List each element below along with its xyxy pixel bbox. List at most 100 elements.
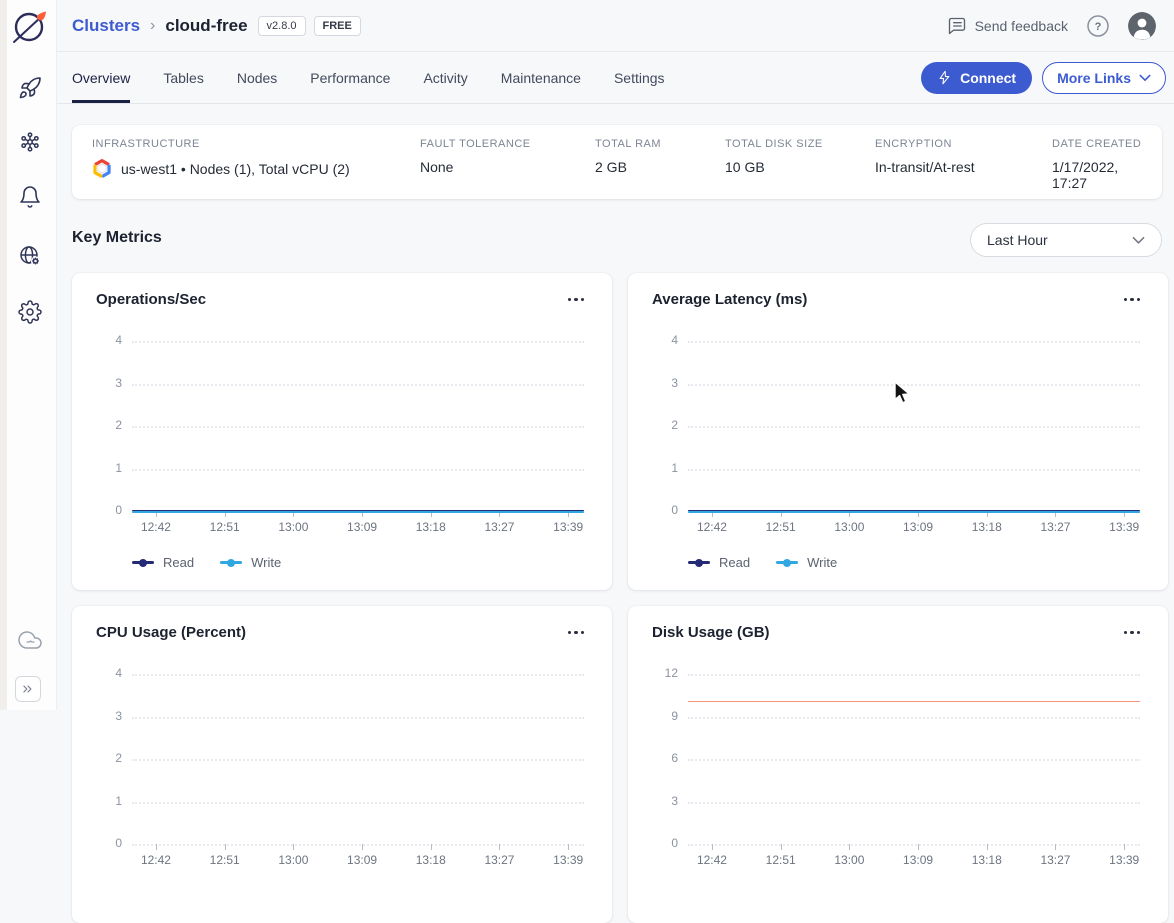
- time-range-select[interactable]: Last Hour: [970, 223, 1162, 257]
- gridline: [688, 469, 1140, 471]
- x-tick-label: 12:51: [753, 520, 809, 534]
- time-range-value: Last Hour: [987, 232, 1048, 248]
- y-tick-label: 2: [72, 751, 122, 765]
- avatar-icon: [1128, 12, 1156, 40]
- x-tick-label: 12:42: [684, 520, 740, 534]
- x-tick-mark: [499, 844, 500, 850]
- breadcrumb-clusters-link[interactable]: Clusters: [72, 16, 140, 36]
- gridline: [688, 384, 1140, 386]
- gridline: [132, 844, 584, 846]
- legend-label: Write: [251, 555, 281, 570]
- series-line-0: [688, 701, 1140, 703]
- info-total-ram: TOTAL RAM 2 GB: [595, 138, 725, 186]
- send-feedback-button[interactable]: Send feedback: [947, 16, 1068, 36]
- help-button[interactable]: ?: [1086, 14, 1110, 38]
- info-label: INFRASTRUCTURE: [92, 138, 420, 150]
- x-tick-mark: [712, 844, 713, 850]
- gear-icon: [18, 300, 42, 324]
- y-tick-label: 1: [72, 794, 122, 808]
- tab-performance[interactable]: Performance: [310, 52, 390, 103]
- x-tick-mark: [987, 844, 988, 850]
- breadcrumb-current-cluster: cloud-free: [165, 16, 247, 36]
- y-tick-label: 3: [72, 709, 122, 723]
- sidebar-item-clusters[interactable]: [17, 76, 43, 102]
- x-tick-label: 13:09: [334, 853, 390, 867]
- chart-legend: Read Write: [132, 555, 281, 570]
- bell-icon: [18, 185, 42, 209]
- account-avatar[interactable]: [1128, 12, 1156, 40]
- globe-gear-icon: [18, 244, 42, 268]
- sidebar-item-nodes[interactable]: [17, 130, 43, 156]
- gridline: [688, 844, 1140, 846]
- x-tick-label: 13:39: [1096, 853, 1152, 867]
- tab-nodes[interactable]: Nodes: [237, 52, 277, 103]
- x-tick-label: 13:00: [821, 853, 877, 867]
- legend-label: Write: [807, 555, 837, 570]
- x-tick-mark: [918, 844, 919, 850]
- sidebar-item-alerts[interactable]: [17, 185, 43, 211]
- legend-item-write[interactable]: Write: [220, 555, 281, 570]
- window-edge: [0, 0, 7, 710]
- sidebar: [0, 0, 57, 710]
- tab-settings[interactable]: Settings: [614, 52, 665, 103]
- info-label: TOTAL DISK SIZE: [725, 138, 875, 150]
- chevron-down-icon: [1139, 72, 1151, 84]
- network-nodes-icon: [18, 130, 42, 154]
- y-tick-label: 3: [72, 376, 122, 390]
- sidebar-item-settings[interactable]: [17, 300, 43, 326]
- x-tick-label: 13:18: [959, 853, 1015, 867]
- y-tick-label: 6: [628, 751, 678, 765]
- legend-label: Read: [163, 555, 194, 570]
- chart-plot-latency: 4321012:4212:5113:0013:0913:1813:2713:39…: [628, 273, 1168, 590]
- gridline: [688, 426, 1140, 428]
- tab-activity[interactable]: Activity: [423, 52, 467, 103]
- gridline: [688, 717, 1140, 719]
- x-tick-label: 12:51: [753, 853, 809, 867]
- plan-badge: FREE: [314, 16, 361, 36]
- app-logo[interactable]: [10, 6, 50, 48]
- y-tick-label: 4: [72, 666, 122, 680]
- legend-item-write[interactable]: Write: [776, 555, 837, 570]
- more-links-label: More Links: [1057, 70, 1131, 86]
- legend-marker-icon: [132, 561, 154, 564]
- y-tick-label: 1: [72, 461, 122, 475]
- series-line-Write: [132, 511, 584, 513]
- x-tick-label: 12:42: [684, 853, 740, 867]
- chart-card-cpu: CPU Usage (Percent) 4321012:4212:5113:00…: [72, 606, 612, 923]
- y-tick-label: 12: [628, 666, 678, 680]
- legend-item-read[interactable]: Read: [132, 555, 194, 570]
- y-tick-label: 0: [628, 836, 678, 850]
- sidebar-item-cloud-status[interactable]: [17, 628, 43, 654]
- sidebar-expand-button[interactable]: [15, 676, 41, 702]
- x-tick-label: 13:18: [403, 520, 459, 534]
- gridline: [132, 384, 584, 386]
- send-feedback-label: Send feedback: [975, 18, 1068, 34]
- planet-rocket-logo-icon: [10, 6, 50, 48]
- x-tick-mark: [431, 844, 432, 850]
- x-tick-mark: [362, 844, 363, 850]
- y-tick-label: 3: [628, 794, 678, 808]
- more-links-button[interactable]: More Links: [1042, 62, 1166, 94]
- y-tick-label: 9: [628, 709, 678, 723]
- tabbar-actions: Connect More Links: [921, 62, 1166, 94]
- tab-overview[interactable]: Overview: [72, 52, 130, 103]
- legend-marker-icon: [776, 561, 798, 564]
- connect-button[interactable]: Connect: [921, 62, 1032, 94]
- chevron-down-icon: [1132, 234, 1145, 247]
- gridline: [132, 802, 584, 804]
- gridline: [132, 674, 584, 676]
- x-tick-label: 13:18: [959, 520, 1015, 534]
- rocket-icon: [18, 76, 42, 100]
- gcp-hexagon-icon: [92, 159, 112, 178]
- y-tick-label: 0: [72, 836, 122, 850]
- cluster-tabbar: Overview Tables Nodes Performance Activi…: [57, 52, 1174, 104]
- sidebar-item-regions[interactable]: [17, 244, 43, 270]
- y-tick-label: 3: [628, 376, 678, 390]
- info-fault-tolerance: FAULT TOLERANCE None: [420, 138, 595, 186]
- series-line-Write: [688, 511, 1140, 513]
- gridline: [132, 469, 584, 471]
- tab-maintenance[interactable]: Maintenance: [501, 52, 581, 103]
- tab-tables[interactable]: Tables: [163, 52, 203, 103]
- cloud-icon: [18, 628, 42, 652]
- legend-item-read[interactable]: Read: [688, 555, 750, 570]
